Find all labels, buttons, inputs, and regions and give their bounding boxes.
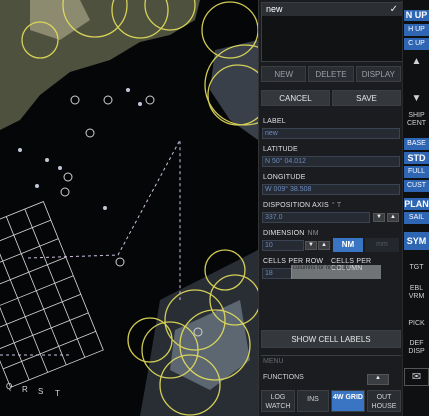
c-up-button[interactable]: C UP <box>404 38 429 50</box>
unit-mm-toggle[interactable]: mm <box>365 238 399 252</box>
nav-up-icon[interactable]: ▲ <box>404 57 429 67</box>
sym-button[interactable]: SYM <box>404 232 429 250</box>
pick-button[interactable]: PICK <box>404 318 429 330</box>
label-field[interactable]: new <box>262 128 400 139</box>
dimension-up-icon[interactable]: ▲ <box>318 241 330 250</box>
new-button[interactable]: NEW <box>261 66 307 82</box>
disposition-field[interactable]: 337.0 <box>262 212 370 223</box>
grid-edit-panel: new ✓ NEW DELETE DISPLAY CANCEL SAVE LAB… <box>258 0 403 416</box>
latitude-field[interactable]: N 50° 04.012 <box>262 156 400 167</box>
right-rail: N UP H UP C UP ▲ ▼ SHIP CENT BASE STD FU… <box>402 0 429 416</box>
out-house-button[interactable]: OUT HOUSE <box>367 390 401 412</box>
disposition-up-icon[interactable]: ▲ <box>387 213 399 222</box>
def-disp-button[interactable]: DEF DISP <box>404 340 429 356</box>
cell-grid <box>0 201 104 388</box>
base-button[interactable]: BASE <box>404 138 429 150</box>
cust-button[interactable]: CUST <box>404 180 429 192</box>
cell-label-row: SHOW CELL LABELS <box>261 330 401 348</box>
nav-down-icon[interactable]: ▼ <box>404 94 429 104</box>
dimension-label: DIMENSION <box>263 230 305 237</box>
tgt-button[interactable]: TGT <box>404 262 429 274</box>
ins-button[interactable]: INS <box>297 390 329 412</box>
sail-button[interactable]: SAIL <box>404 212 429 224</box>
list-item[interactable]: new ✓ <box>262 3 402 16</box>
display-button[interactable]: DISPLAY <box>355 66 401 82</box>
save-button[interactable]: SAVE <box>332 90 401 106</box>
std-button[interactable]: STD <box>404 152 429 164</box>
mail-icon[interactable]: ✉ <box>404 368 429 386</box>
latitude-title: LATITUDE <box>263 146 298 153</box>
chart-canvas[interactable]: Q R S T <box>0 0 258 416</box>
grid-letter-t: T <box>55 389 60 398</box>
disposition-unit: ° T <box>331 202 342 209</box>
disposition-down-icon[interactable]: ▼ <box>373 213 385 222</box>
grid-letter-q: Q <box>6 382 12 391</box>
n-up-button[interactable]: N UP <box>404 10 429 21</box>
functions-title: FUNCTIONS <box>263 374 304 381</box>
dimension-unit: NM <box>307 230 319 237</box>
cells-per-row-field[interactable]: 18 <box>262 268 292 279</box>
menu-label[interactable]: MENU <box>263 358 284 365</box>
unit-nm-toggle[interactable]: NM <box>333 238 363 252</box>
disposition-label: DISPOSITION AXIS <box>263 202 329 209</box>
plan-button[interactable]: PLAN <box>404 198 429 210</box>
show-cell-labels-button[interactable]: SHOW CELL LABELS <box>261 330 401 348</box>
disposition-title: DISPOSITION AXIS ° T <box>263 202 341 209</box>
ship-center-button[interactable]: SHIP CENT <box>404 112 429 128</box>
log-watch-button[interactable]: LOG WATCH <box>261 390 295 412</box>
dimension-field[interactable]: 10 <box>262 240 304 251</box>
dimension-title: DIMENSION NM <box>263 230 319 237</box>
label-title: LABEL <box>263 118 286 125</box>
functions-collapse-icon[interactable]: ▲ <box>367 374 389 385</box>
delete-button[interactable]: DELETE <box>308 66 354 82</box>
dimension-down-icon[interactable]: ▼ <box>305 241 317 250</box>
divider <box>261 355 401 356</box>
tooltip: columns for north-up... <box>291 265 381 279</box>
h-up-button[interactable]: H UP <box>404 24 429 36</box>
checkmark-icon: ✓ <box>389 4 398 15</box>
grid-letter-s: S <box>38 387 43 396</box>
list-item-label: new <box>266 4 283 14</box>
route-lines <box>0 139 181 356</box>
4w-grid-button[interactable]: 4W GRID <box>331 390 365 412</box>
cancel-button[interactable]: CANCEL <box>261 90 330 106</box>
grid-list[interactable]: new ✓ <box>261 2 403 62</box>
cells-per-row-title: CELLS PER ROW <box>263 258 324 265</box>
small-symbols <box>18 88 142 210</box>
full-button[interactable]: FULL <box>404 166 429 178</box>
chart-view[interactable]: Q R S T <box>0 0 258 416</box>
ebl-vrm-button[interactable]: EBL VRM <box>404 285 429 301</box>
list-actions: NEW DELETE DISPLAY <box>261 66 401 82</box>
edit-actions: CANCEL SAVE <box>261 90 401 106</box>
longitude-field[interactable]: W 009° 38.508 <box>262 184 400 195</box>
longitude-title: LONGITUDE <box>263 174 306 181</box>
grid-letter-r: R <box>22 385 28 394</box>
